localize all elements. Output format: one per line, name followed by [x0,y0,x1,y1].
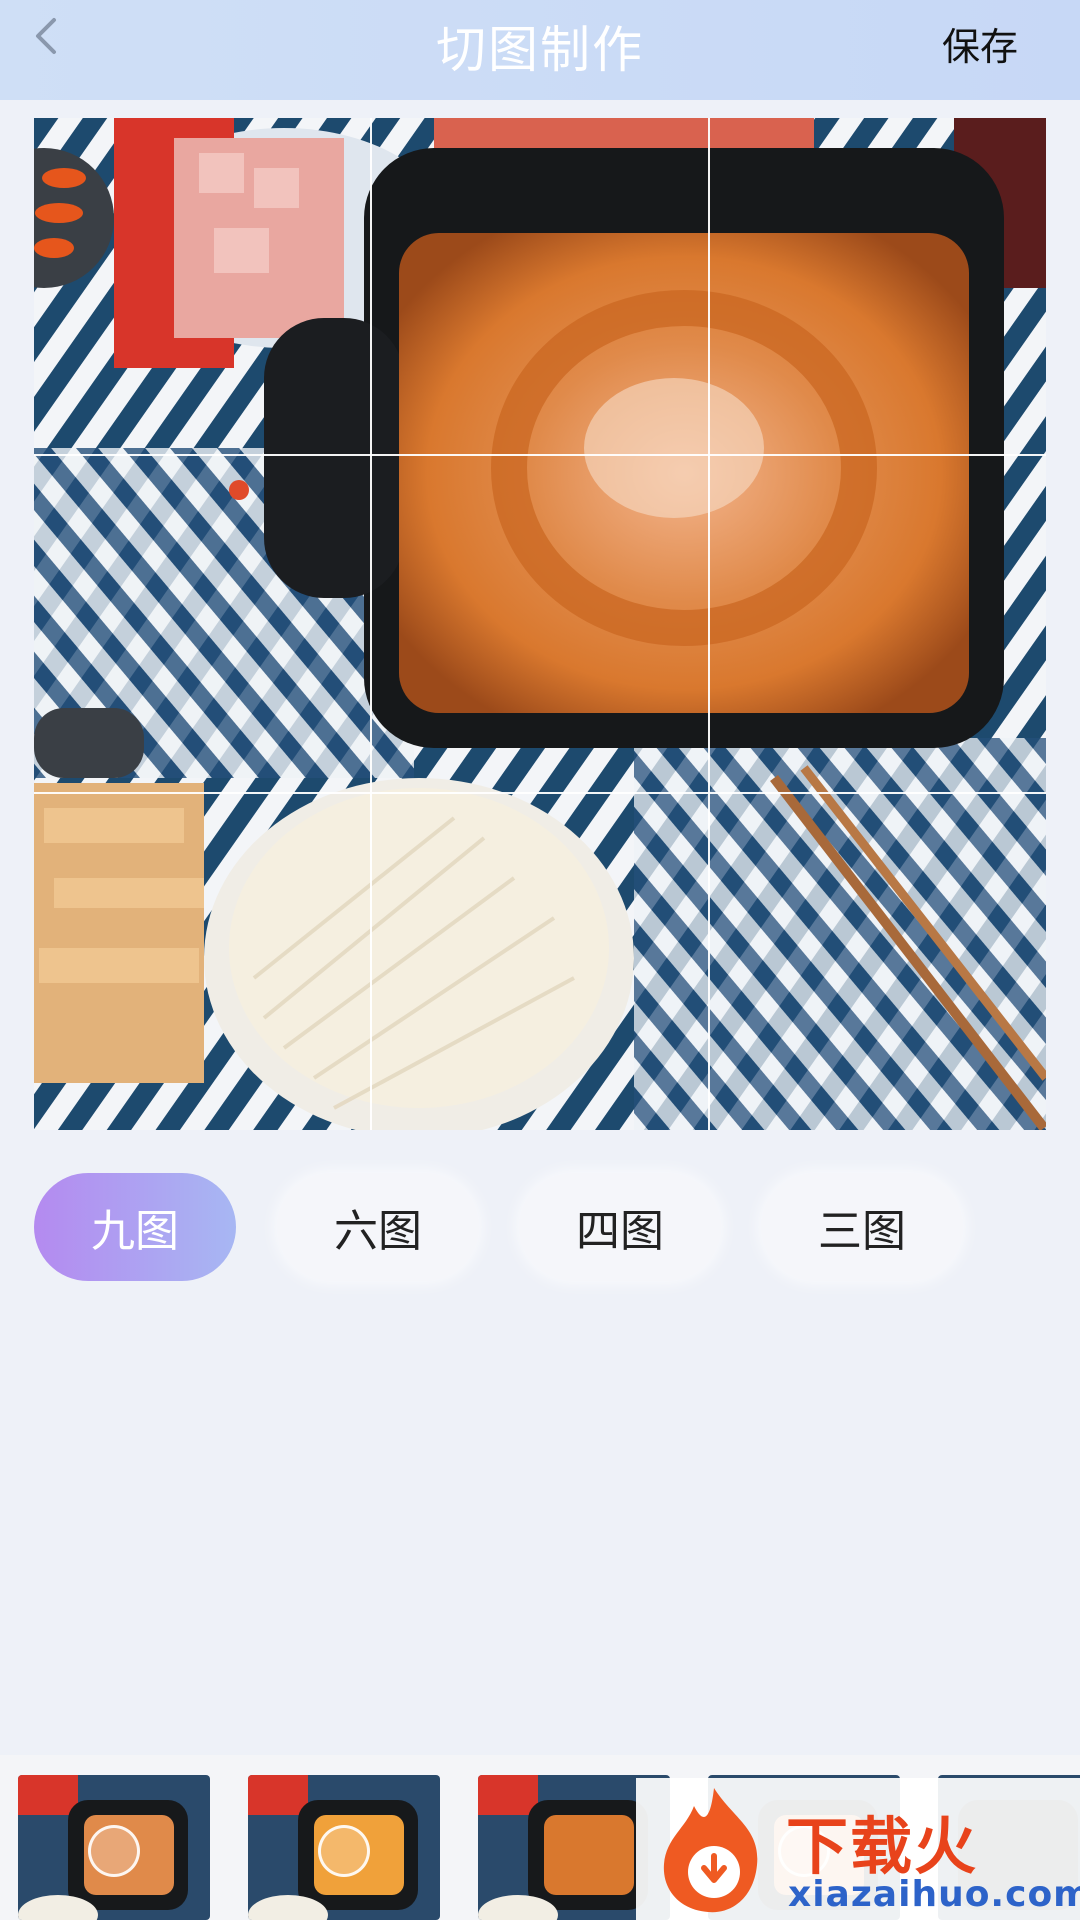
tab-three[interactable]: 三图 [761,1173,963,1281]
watermark-logo: 下载火 xiazaihuo.com [636,1778,1080,1920]
grid-line-h2 [34,792,1046,794]
cut-preview-image [34,118,1046,1130]
selected-check-icon [318,1825,370,1877]
tab-four[interactable]: 四图 [519,1173,721,1281]
cut-mode-tabs: 九图 六图 四图 三图 [34,1173,1046,1283]
save-button[interactable]: 保存 [942,16,1018,71]
grid-line-v1 [370,118,372,1130]
tab-six[interactable]: 六图 [277,1173,479,1281]
hotpot-photo [34,118,1046,1130]
watermark-url: xiazaihuo.com [788,1874,1080,1915]
flame-download-icon [663,1788,758,1913]
grid-line-h1 [34,454,1046,456]
grid-line-v2 [708,118,710,1130]
page-title: 切图制作 [436,21,644,79]
thumbnail-1[interactable] [18,1775,210,1920]
watermark-brand: 下载火 [786,1810,979,1883]
tab-nine[interactable]: 九图 [34,1173,236,1281]
selected-check-icon [88,1825,140,1877]
top-bar: 切图制作 保存 [0,0,1080,100]
thumbnail-2[interactable] [248,1775,440,1920]
